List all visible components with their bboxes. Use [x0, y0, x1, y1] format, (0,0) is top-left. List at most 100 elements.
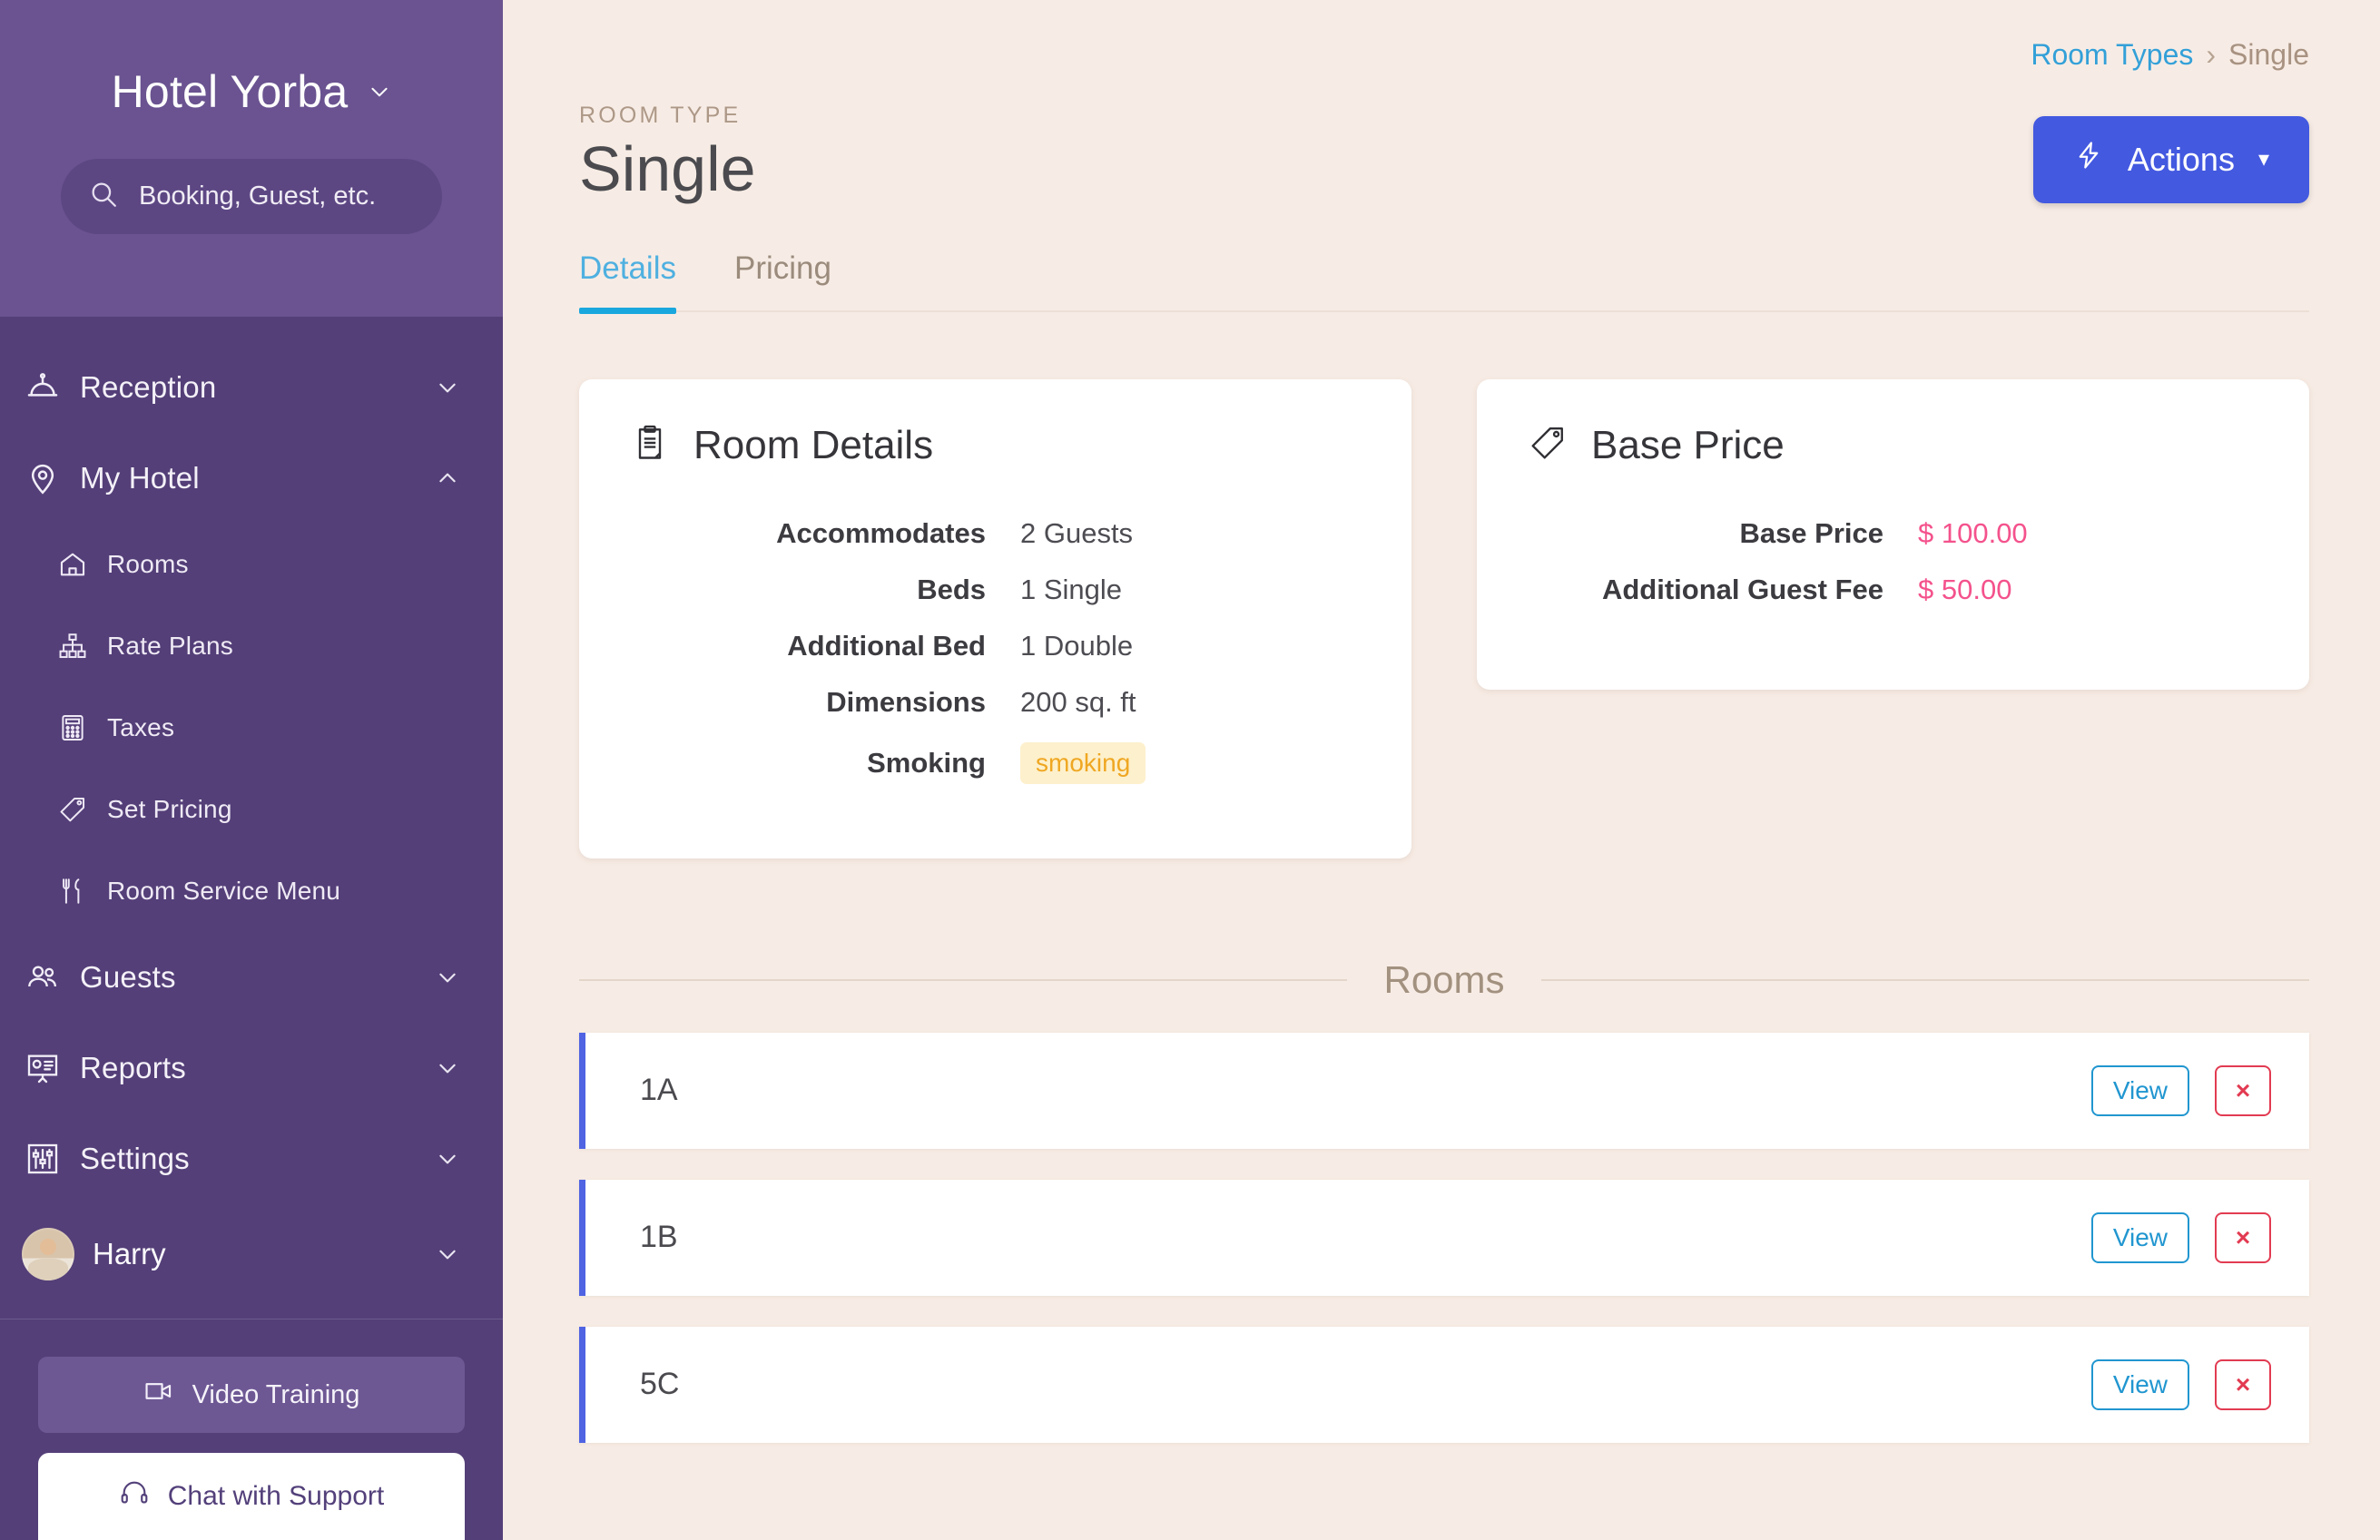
- detail-row: Additional Bed 1 Double: [630, 630, 1361, 662]
- sidebar-item-set-pricing[interactable]: Set Pricing: [0, 769, 503, 850]
- sidebar-item-taxes[interactable]: Taxes: [0, 687, 503, 769]
- chat-support-button[interactable]: Chat with Support: [38, 1453, 465, 1540]
- detail-value: 2 Guests: [1020, 516, 1134, 549]
- headset-icon: [119, 1477, 150, 1515]
- tab-pricing[interactable]: Pricing: [734, 250, 831, 310]
- detail-key: Additional Bed: [787, 629, 986, 662]
- view-button[interactable]: View: [2090, 1359, 2189, 1410]
- sidebar-item-label: Reception: [80, 370, 217, 404]
- detail-key: Smoking: [867, 746, 986, 779]
- chevron-down-icon[interactable]: [436, 376, 459, 399]
- table-row[interactable]: 5C View ×: [579, 1326, 2309, 1443]
- breadcrumb-parent-link[interactable]: Room Types: [2031, 38, 2193, 72]
- lightning-bolt-icon: [2073, 137, 2104, 181]
- sidebar-item-rate-plans[interactable]: Rate Plans: [0, 605, 503, 687]
- price-value: $ 100.00: [1918, 516, 2028, 549]
- sidebar-item-user[interactable]: Harry: [0, 1204, 503, 1304]
- detail-row: Smoking smoking: [630, 741, 1361, 784]
- view-button[interactable]: View: [2090, 1064, 2189, 1116]
- house-icon: [54, 549, 91, 580]
- people-icon: [22, 959, 64, 996]
- breadcrumb-current: Single: [2228, 38, 2309, 71]
- price-value: $ 50.00: [1918, 573, 2012, 605]
- main-content: Room Types › Single ROOM TYPE Single Act…: [503, 0, 2380, 1540]
- page-eyebrow: ROOM TYPE: [579, 103, 742, 128]
- sliders-icon: [22, 1141, 64, 1177]
- breadcrumb-separator: ›: [2206, 38, 2217, 71]
- org-chart-icon: [54, 631, 91, 662]
- cards-row: Room Details Accommodates 2 Guests Beds …: [579, 378, 2309, 858]
- delete-button[interactable]: ×: [2215, 1211, 2271, 1263]
- delete-button[interactable]: ×: [2215, 1064, 2271, 1116]
- rooms-section-label: Rooms: [1383, 957, 1505, 1001]
- room-details-card: Room Details Accommodates 2 Guests Beds …: [579, 378, 1411, 858]
- user-name: Harry: [93, 1237, 166, 1270]
- hotel-name: Hotel Yorba: [111, 66, 349, 117]
- detail-key: Accommodates: [776, 516, 986, 549]
- sidebar-item-label: Rate Plans: [107, 632, 233, 660]
- sidebar-item-settings[interactable]: Settings: [0, 1113, 503, 1204]
- sidebar-item-room-service-menu[interactable]: Room Service Menu: [0, 850, 503, 932]
- sidebar: Hotel Yorba Reception: [0, 0, 503, 1540]
- page-header: ROOM TYPE Single Actions ▾: [579, 103, 2309, 203]
- clipboard-icon: [630, 423, 670, 467]
- search-icon: [88, 179, 119, 214]
- page-title: Single: [579, 133, 756, 204]
- chevron-down-icon[interactable]: [436, 966, 459, 989]
- sidebar-item-label: Set Pricing: [107, 795, 232, 823]
- video-camera-icon: [143, 1376, 174, 1414]
- video-training-button[interactable]: Video Training: [38, 1357, 465, 1433]
- room-details-list: Accommodates 2 Guests Beds 1 Single Addi…: [630, 517, 1361, 784]
- room-name: 1A: [640, 1073, 678, 1107]
- actions-button-label: Actions: [2127, 140, 2235, 178]
- sidebar-item-reports[interactable]: Reports: [0, 1023, 503, 1113]
- detail-value: smoking: [1020, 741, 1146, 784]
- table-row[interactable]: 1B View ×: [579, 1179, 2309, 1296]
- view-button[interactable]: View: [2090, 1211, 2189, 1263]
- chevron-up-icon[interactable]: [436, 466, 459, 490]
- card-title: Base Price: [1591, 422, 1785, 467]
- cutlery-icon: [54, 876, 91, 907]
- chevron-down-icon[interactable]: [436, 1242, 459, 1266]
- status-badge: smoking: [1020, 741, 1146, 784]
- tab-bar: Details Pricing: [579, 250, 2309, 314]
- chat-support-label: Chat with Support: [167, 1481, 385, 1511]
- sidebar-item-reception[interactable]: Reception: [0, 342, 503, 433]
- sidebar-item-rooms[interactable]: Rooms: [0, 524, 503, 605]
- location-pin-icon: [22, 460, 64, 496]
- room-name: 1B: [640, 1220, 678, 1254]
- sidebar-item-label: Room Service Menu: [107, 877, 341, 905]
- actions-button[interactable]: Actions ▾: [2032, 115, 2309, 203]
- presentation-chart-icon: [22, 1050, 64, 1086]
- avatar: [22, 1228, 74, 1280]
- base-price-list: Base Price $ 100.00 Additional Guest Fee…: [1528, 517, 2258, 606]
- sidebar-item-label: My Hotel: [80, 461, 200, 495]
- sidebar-item-guests[interactable]: Guests: [0, 932, 503, 1023]
- delete-button[interactable]: ×: [2215, 1359, 2271, 1410]
- price-row: Additional Guest Fee $ 50.00: [1528, 574, 2258, 606]
- search-box[interactable]: [61, 159, 442, 234]
- chevron-down-icon: ▾: [2257, 146, 2269, 172]
- price-row: Base Price $ 100.00: [1528, 517, 2258, 550]
- detail-value: 200 sq. ft: [1020, 685, 1136, 718]
- card-header: Base Price: [1528, 423, 2258, 468]
- tab-details[interactable]: Details: [579, 250, 676, 314]
- chevron-down-icon[interactable]: [436, 1147, 459, 1171]
- rooms-section-divider: Rooms: [579, 957, 2310, 1002]
- hotel-switcher[interactable]: Hotel Yorba: [112, 65, 392, 118]
- search-input[interactable]: [139, 181, 415, 211]
- card-title: Room Details: [693, 422, 934, 467]
- price-tag-icon: [54, 794, 91, 825]
- sidebar-item-my-hotel[interactable]: My Hotel: [0, 433, 503, 524]
- room-name: 5C: [640, 1367, 680, 1401]
- price-key: Base Price: [1739, 516, 1883, 549]
- detail-row: Beds 1 Single: [630, 574, 1361, 606]
- page-title-group: ROOM TYPE Single: [579, 103, 756, 203]
- sidebar-item-label: Guests: [80, 960, 176, 994]
- detail-row: Dimensions 200 sq. ft: [630, 686, 1361, 719]
- price-tag-icon: [1528, 423, 1568, 467]
- sidebar-item-label: Reports: [80, 1051, 186, 1084]
- chevron-down-icon[interactable]: [436, 1056, 459, 1080]
- sidebar-footer: Video Training Chat with Support: [0, 1357, 503, 1540]
- table-row[interactable]: 1A View ×: [579, 1032, 2309, 1149]
